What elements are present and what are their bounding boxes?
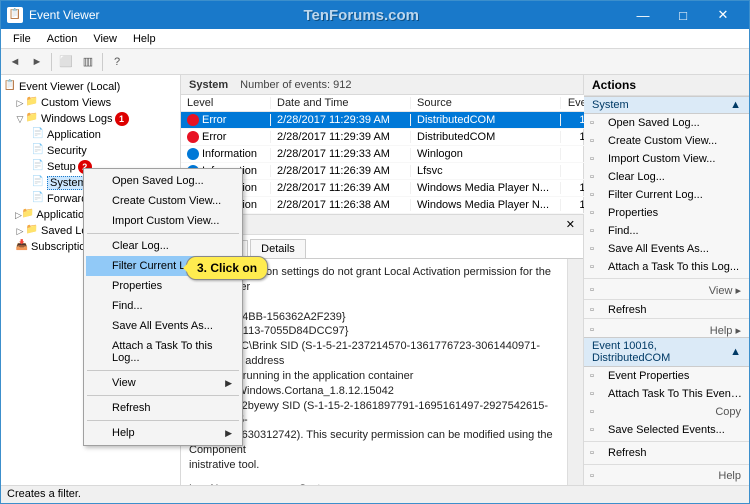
actions-title: Actions: [584, 75, 749, 96]
actions-section-system: System▲: [584, 96, 749, 114]
actions-item[interactable]: Save Selected Events...: [584, 421, 749, 439]
actions-item[interactable]: Find...: [584, 222, 749, 240]
ctx-item[interactable]: Open Saved Log...: [86, 171, 240, 191]
folder-icon: 📁: [25, 96, 39, 110]
detail-scrollbar[interactable]: [567, 259, 583, 485]
app-icon: 📋: [7, 7, 23, 23]
help-icon[interactable]: ?: [107, 52, 127, 72]
actions-item[interactable]: Attach a Task To this Log...: [584, 258, 749, 276]
annotation-callout: 3. Click on: [186, 256, 268, 280]
actions-item[interactable]: Save All Events As...: [584, 240, 749, 258]
actions-view[interactable]: View ▸: [584, 281, 749, 297]
actions-refresh[interactable]: Refresh: [584, 301, 749, 316]
back-icon[interactable]: ◄: [5, 52, 25, 72]
actions-item[interactable]: Import Custom View...: [584, 150, 749, 168]
menu-file[interactable]: File: [5, 31, 39, 47]
log-icon: 📄: [31, 128, 45, 142]
actions-item[interactable]: Clear Log...: [584, 168, 749, 186]
actions-item[interactable]: Filter Current Log...: [584, 186, 749, 204]
folder-icon: 📁: [25, 224, 39, 238]
window-title: Event Viewer: [29, 8, 99, 22]
menubar: File Action View Help: [1, 29, 749, 49]
up-icon[interactable]: ⬜: [56, 52, 76, 72]
detail-close-icon[interactable]: ✕: [566, 218, 575, 231]
titlebar: 📋 Event Viewer TenForums.com — □ ✕: [1, 1, 749, 29]
subs-icon: 📥: [15, 240, 29, 254]
tree-application[interactable]: 📄Application: [3, 127, 178, 143]
tree-root[interactable]: 📋 Event Viewer (Local): [3, 79, 178, 95]
toolbar: ◄ ► ⬜ ▥ ?: [1, 49, 749, 75]
log-icon: 📄: [31, 144, 45, 158]
tree-security[interactable]: 📄Security: [3, 143, 178, 159]
actions-item[interactable]: Event Properties: [584, 367, 749, 385]
actions-item[interactable]: Help: [584, 467, 749, 485]
actions-item[interactable]: Attach Task To This Event...: [584, 385, 749, 403]
error-icon: [187, 114, 199, 126]
tree-custom-views[interactable]: ▷📁Custom Views: [3, 95, 178, 111]
actions-item[interactable]: Refresh: [584, 444, 749, 462]
ctx-item[interactable]: Attach a Task To this Log...: [86, 336, 240, 368]
grid-header: System Number of events: 912: [181, 75, 583, 95]
ctx-item[interactable]: View▶: [86, 373, 240, 393]
statusbar: Creates a filter.: [1, 485, 749, 503]
info-icon: [187, 148, 199, 160]
ctx-item[interactable]: Import Custom View...: [86, 211, 240, 231]
log-icon: 📄: [31, 176, 45, 190]
context-menu: Open Saved Log...Create Custom View...Im…: [83, 168, 243, 446]
menu-action[interactable]: Action: [39, 31, 86, 47]
actions-help[interactable]: Help ▸: [584, 321, 749, 337]
menu-help[interactable]: Help: [125, 31, 164, 47]
tree-windows-logs[interactable]: ▽📁Windows Logs1: [3, 111, 178, 127]
maximize-button[interactable]: □: [663, 8, 703, 23]
minimize-button[interactable]: —: [623, 8, 663, 23]
ctx-item[interactable]: Clear Log...: [86, 236, 240, 256]
error-icon: [187, 131, 199, 143]
log-icon: 📄: [31, 192, 45, 206]
actions-item[interactable]: Open Saved Log...: [584, 114, 749, 132]
ctx-item[interactable]: Save All Events As...: [86, 316, 240, 336]
ctx-item[interactable]: Create Custom View...: [86, 191, 240, 211]
actions-item[interactable]: Copy: [584, 403, 749, 421]
actions-item[interactable]: Properties: [584, 204, 749, 222]
forward-icon[interactable]: ►: [27, 52, 47, 72]
menu-view[interactable]: View: [85, 31, 125, 47]
chevron-up-icon[interactable]: ▲: [730, 346, 741, 358]
actions-item[interactable]: Create Custom View...: [584, 132, 749, 150]
close-button[interactable]: ✕: [703, 7, 743, 23]
ctx-item[interactable]: Help▶: [86, 423, 240, 443]
eventviewer-icon: 📋: [3, 80, 17, 94]
ctx-item[interactable]: Refresh: [86, 398, 240, 418]
actions-pane: Actions System▲ Open Saved Log...Create …: [584, 75, 749, 485]
ctx-item[interactable]: Find...: [86, 296, 240, 316]
annotation-badge-1: 1: [115, 112, 129, 126]
actions-section-event: Event 10016, DistributedCOM▲: [584, 337, 749, 367]
panel-icon[interactable]: ▥: [78, 52, 98, 72]
grid-title: System: [189, 79, 228, 91]
folder-icon: 📁: [25, 112, 39, 126]
watermark: TenForums.com: [99, 7, 623, 24]
chevron-up-icon[interactable]: ▲: [730, 99, 741, 111]
log-icon: 📄: [31, 160, 45, 174]
folder-icon: 📁: [22, 208, 34, 222]
